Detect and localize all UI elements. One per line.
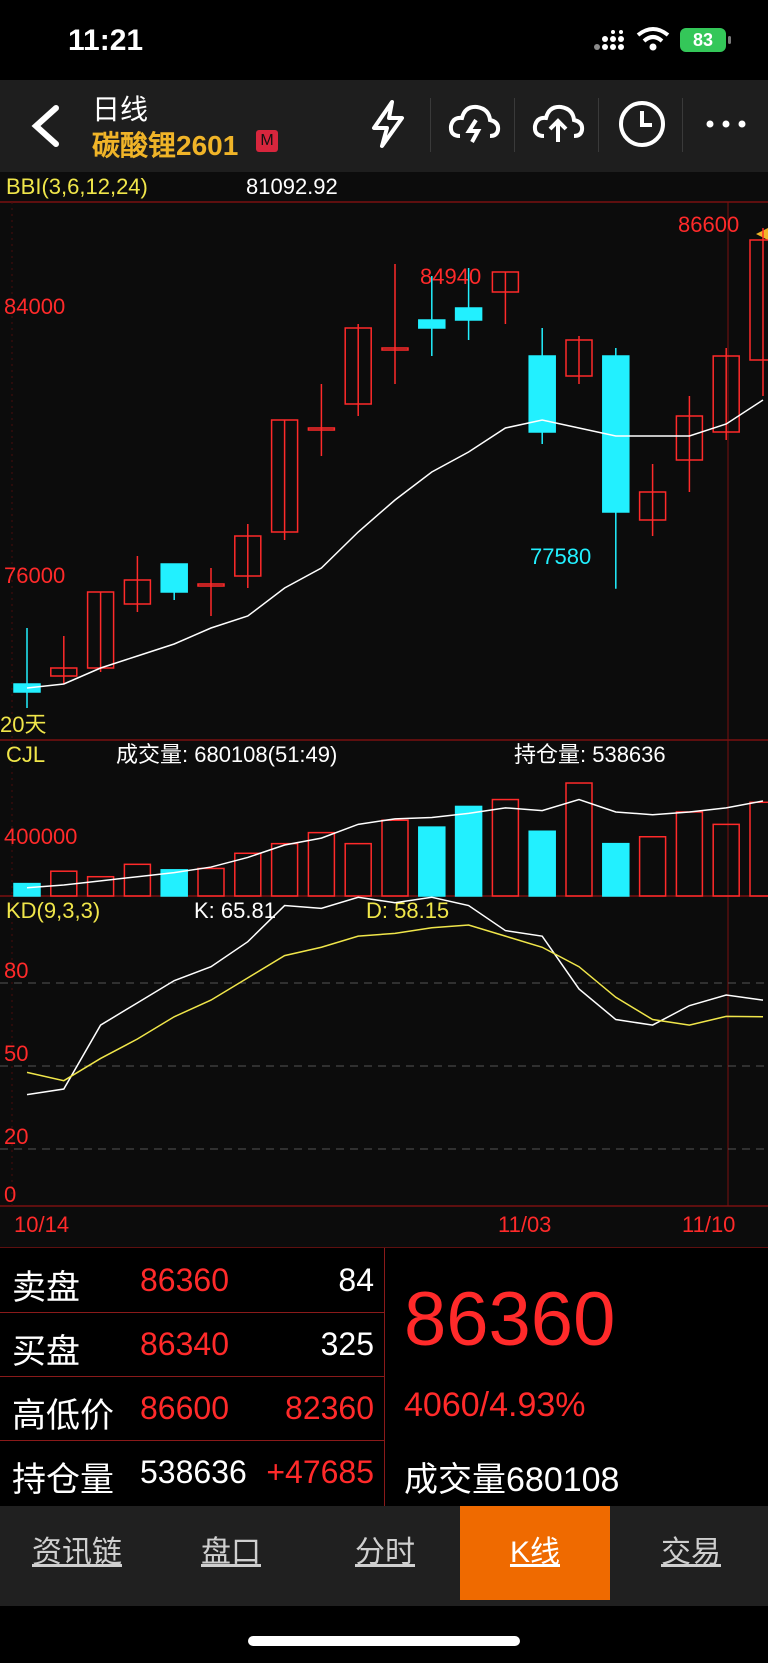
- main-contract-badge: M: [256, 130, 278, 152]
- ma-label: 20天: [0, 712, 46, 737]
- volume-axis-label: 400000: [4, 824, 77, 849]
- cloud-upload-icon[interactable]: [530, 96, 586, 152]
- volume-value: 680108: [506, 1461, 620, 1499]
- clock-icon[interactable]: [614, 96, 670, 152]
- header-divider: [514, 98, 515, 152]
- volume-bar: [454, 805, 483, 897]
- low-price: 82360: [285, 1390, 374, 1426]
- tab-news-chain[interactable]: 资讯链: [2, 1506, 152, 1600]
- last-price: 86360: [404, 1277, 616, 1362]
- wifi-icon: [636, 27, 670, 51]
- sell-price: 86360: [140, 1262, 229, 1298]
- tab-intraday[interactable]: 分时: [310, 1506, 460, 1600]
- header-bar: 日线 碳酸锂2601 M: [0, 80, 768, 172]
- date-label: 11/10: [682, 1212, 735, 1237]
- price-axis-label: 84000: [4, 294, 65, 319]
- tab-kline[interactable]: K线: [460, 1506, 610, 1600]
- header-divider: [430, 98, 431, 152]
- back-icon[interactable]: [22, 102, 70, 150]
- kd-d-value: D: 58.15: [366, 898, 449, 923]
- buy-label: 买盘: [12, 1333, 80, 1371]
- candle-body: [454, 307, 483, 321]
- kline-chart[interactable]: BBI(3,6,12,24) 81092.92 84000 76000 8494…: [0, 172, 768, 1248]
- cjl-volume: 成交量: 680108(51:49): [116, 742, 337, 767]
- flash-icon[interactable]: [360, 96, 416, 152]
- volume-label: 成交量: [404, 1461, 506, 1499]
- cjl-label: CJL: [6, 742, 45, 767]
- cjl-open-interest: 持仓量: 538636: [514, 742, 666, 767]
- candle-body: [418, 319, 446, 329]
- kd-label: KD(9,3,3): [6, 898, 100, 923]
- volume-summary: 成交量680108: [404, 1452, 619, 1501]
- price-axis-label: 76000: [4, 563, 65, 588]
- volume-bar: [528, 830, 556, 897]
- status-time: 11:21: [68, 24, 144, 57]
- cloud-download-icon[interactable]: [446, 96, 502, 152]
- date-label: 10/14: [14, 1212, 69, 1237]
- chart-background: [0, 172, 768, 1248]
- signal-icon: [594, 30, 624, 50]
- high-annotation: 84940: [420, 264, 481, 289]
- buy-row: 买盘 86340 325: [0, 1312, 384, 1377]
- latest-high-annotation: 86600: [678, 212, 739, 237]
- high-price: 86600: [140, 1390, 229, 1426]
- candle-body: [160, 563, 188, 593]
- volume-bar: [13, 882, 41, 897]
- price-change: 4060/4.93%: [404, 1386, 586, 1424]
- sell-qty: 84: [338, 1262, 374, 1298]
- open-interest-row: 持仓量 538636 +47685: [0, 1440, 384, 1504]
- kd-axis-label: 0: [4, 1182, 16, 1207]
- high-low-row: 高低价 86600 82360: [0, 1376, 384, 1441]
- open-interest-change: +47685: [266, 1454, 374, 1490]
- kd-axis-label: 80: [4, 958, 28, 983]
- tab-order-book[interactable]: 盘口: [156, 1506, 306, 1600]
- kd-axis-label: 50: [4, 1041, 28, 1066]
- quote-divider: [384, 1248, 385, 1506]
- kd-axis-label: 20: [4, 1124, 28, 1149]
- kd-k-value: K: 65.81: [194, 898, 276, 923]
- bbi-label: BBI(3,6,12,24): [6, 174, 148, 199]
- bbi-value: 81092.92: [246, 174, 338, 199]
- buy-price: 86340: [140, 1326, 229, 1362]
- battery-icon: 83: [680, 28, 731, 52]
- open-interest-value: 538636: [140, 1454, 247, 1490]
- low-annotation: 77580: [530, 544, 591, 569]
- more-icon[interactable]: [698, 96, 754, 152]
- period-label: 日线: [92, 94, 149, 125]
- buy-qty: 325: [320, 1326, 374, 1362]
- volume-bar: [602, 842, 630, 897]
- contract-name[interactable]: 碳酸锂2601: [92, 124, 238, 164]
- high-low-label: 高低价: [12, 1397, 114, 1435]
- bottom-tab-bar: 资讯链 盘口 分时 K线 交易: [0, 1506, 768, 1606]
- tab-trade[interactable]: 交易: [616, 1506, 766, 1600]
- header-divider: [682, 98, 683, 152]
- quote-panel: 卖盘 86360 84 买盘 86340 325 高低价 86600 82360…: [0, 1248, 768, 1506]
- header-divider: [598, 98, 599, 152]
- sell-label: 卖盘: [12, 1269, 80, 1307]
- date-label: 11/03: [498, 1212, 551, 1237]
- open-interest-label: 持仓量: [12, 1461, 114, 1499]
- home-indicator: [248, 1636, 520, 1646]
- volume-bar: [418, 826, 446, 897]
- sell-row: 卖盘 86360 84: [0, 1248, 384, 1313]
